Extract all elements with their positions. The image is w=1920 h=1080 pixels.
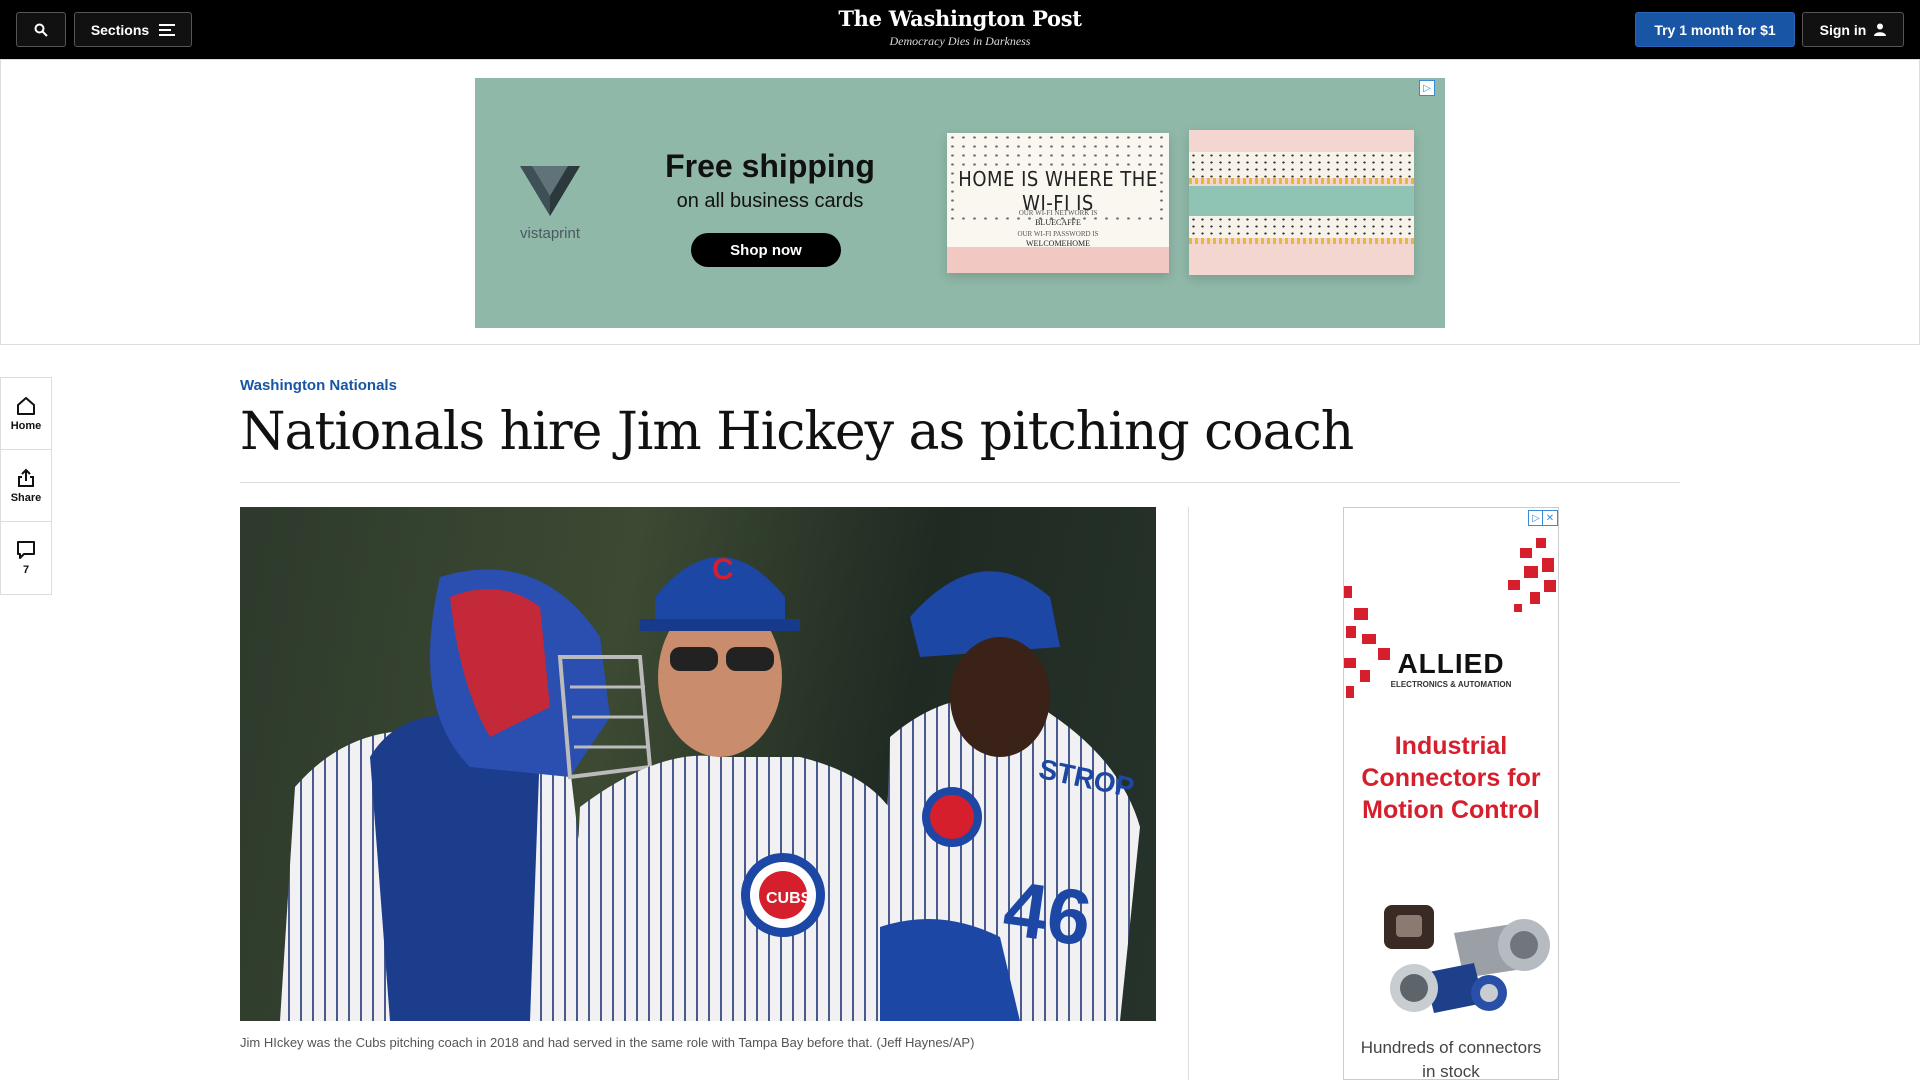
comment-icon (17, 541, 35, 559)
share-icon (18, 468, 34, 487)
pixel-decoration (1354, 608, 1368, 620)
sign-in-label: Sign in (1819, 21, 1867, 38)
pixel-decoration (1508, 580, 1520, 590)
stripe (1189, 130, 1414, 152)
article-kicker[interactable]: Washington Nationals (240, 377, 397, 394)
connectors-image (1384, 905, 1550, 1013)
article-photo[interactable]: C CUBS 46 STROP (240, 507, 1156, 1021)
rail-comments-button[interactable]: 7 (1, 522, 51, 594)
allied-subbrand: ELECTRONICS & AUTOMATION (1390, 680, 1512, 689)
pixel-decoration (1530, 592, 1540, 604)
top-navigation-bar: Sections The Washington Post Democracy D… (0, 0, 1920, 59)
ad-subheadline: on all business cards (676, 190, 864, 212)
side-ad-headline: Industrial Connectors for Motion Control (1361, 732, 1541, 824)
card-network-label: OUR WI-FI NETWORK IS (1018, 209, 1098, 217)
sections-button[interactable]: Sections (74, 12, 192, 47)
left-action-rail: Home Share 7 (0, 377, 52, 595)
photo-cubs-logo: CUBS (766, 890, 812, 907)
sections-label: Sections (90, 21, 150, 38)
close-icon[interactable]: ✕ (1542, 510, 1558, 526)
user-icon (1874, 23, 1887, 36)
sidebar-ad[interactable]: ▷ ✕ ALLIED ELECTRONICS & AUTOMATION Indu… (1343, 507, 1559, 1080)
card-pink-band (947, 247, 1169, 273)
pixel-decoration (1536, 538, 1546, 548)
pixel-decoration (1362, 634, 1376, 644)
allied-brand: ALLIED (1397, 648, 1505, 679)
pixel-decoration (1524, 566, 1538, 578)
sign-in-button[interactable]: Sign in (1802, 12, 1904, 47)
photo-jersey-number: 46 (999, 864, 1097, 963)
card-network: BLUECAFFE (1035, 218, 1081, 227)
allied-logo: ALLIED ELECTRONICS & AUTOMATION (1344, 648, 1558, 689)
top-banner-ad[interactable]: ▷ vistaprint Free shipping on all busine… (475, 78, 1445, 328)
pixel-decoration (1514, 604, 1522, 612)
svg-text:C: C (712, 553, 734, 586)
home-icon (17, 396, 35, 415)
headline-divider (240, 482, 1680, 483)
pixel-decoration (1544, 580, 1556, 592)
hamburger-icon (159, 23, 176, 36)
stripe (1189, 186, 1414, 216)
stripe (1189, 216, 1414, 238)
site-tagline: Democracy Dies in Darkness (889, 34, 1031, 48)
site-logo[interactable]: The Washington Post (760, 6, 1160, 31)
stripe (1189, 152, 1414, 178)
business-card-stripes (1189, 130, 1414, 275)
stripe (1189, 178, 1414, 184)
card-password-label: OUR WI-FI PASSWORD IS (1017, 230, 1099, 238)
side-ad-footer: Hundreds of connectors in stock (1360, 1038, 1542, 1080)
stripe (1189, 238, 1414, 244)
vistaprint-mark-icon (520, 166, 580, 216)
rail-share-label: Share (10, 491, 42, 504)
rail-home-button[interactable]: Home (1, 378, 51, 450)
search-icon (34, 23, 48, 37)
pixel-decoration (1520, 548, 1532, 558)
ad-headline: Free shipping (665, 148, 875, 184)
column-divider (1188, 507, 1189, 1080)
card-main-text: HOME IS WHERE THE WI-FI IS (957, 167, 1159, 215)
comment-count: 7 (22, 564, 30, 576)
pixel-decoration (1346, 626, 1356, 638)
pixel-decoration (1542, 558, 1554, 572)
photo-caption: Jim HIckey was the Cubs pitching coach i… (240, 1035, 975, 1050)
masthead[interactable]: The Washington Post Democracy Dies in Da… (760, 6, 1160, 49)
article-headline: Nationals hire Jim Hickey as pitching co… (240, 402, 1354, 462)
rail-home-label: Home (10, 419, 42, 432)
rail-share-button[interactable]: Share (1, 450, 51, 522)
vistaprint-logo: vistaprint (505, 166, 595, 242)
adchoices-icon[interactable]: ▷ (1419, 80, 1435, 96)
vistaprint-brand: vistaprint (519, 225, 581, 242)
stripe (1189, 246, 1414, 275)
subscribe-button[interactable]: Try 1 month for $1 (1635, 12, 1795, 47)
photo-illustration: C CUBS 46 STROP (280, 553, 1140, 1021)
pixel-decoration (1344, 586, 1352, 598)
search-button[interactable] (16, 12, 66, 47)
business-card-wifi: HOME IS WHERE THE WI-FI IS OUR WI-FI NET… (947, 133, 1169, 273)
shop-now-button[interactable]: Shop now (691, 233, 841, 267)
